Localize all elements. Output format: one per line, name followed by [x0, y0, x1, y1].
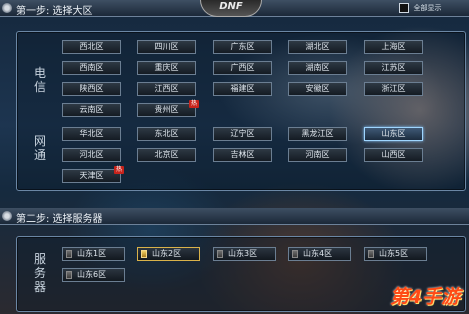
region-button[interactable]: 西南区	[62, 61, 121, 75]
server-label: 山东6区	[77, 270, 107, 279]
region-button[interactable]: 福建区	[213, 82, 272, 96]
region-button[interactable]: 云南区	[62, 103, 121, 117]
region-button[interactable]: 北京区	[137, 148, 196, 162]
region-button[interactable]: 天津区热	[62, 166, 124, 183]
server-group-label: 服务器	[33, 252, 46, 294]
region-button[interactable]: 辽宁区	[213, 127, 272, 141]
server-button[interactable]: 山东4区	[288, 247, 351, 261]
region-button[interactable]: 东北区	[137, 127, 196, 141]
server-status-icon	[368, 250, 374, 258]
step2-header: 第二步: 选择服务器	[0, 208, 469, 225]
hot-badge: 热	[114, 166, 124, 174]
region-button[interactable]: 广西区	[213, 61, 272, 75]
region-button[interactable]: 湖南区	[288, 61, 347, 75]
server-label: 山东3区	[228, 249, 258, 258]
server-status-icon	[66, 250, 72, 258]
step2-title: 第二步: 选择服务器	[16, 214, 103, 225]
server-button[interactable]: 山东1区	[62, 247, 125, 261]
dianxin-group-label: 电信	[33, 66, 46, 94]
server-button[interactable]: 山东6区	[62, 268, 125, 282]
server-label: 山东2区	[152, 249, 182, 258]
server-status-icon	[141, 250, 147, 258]
server-status-icon	[66, 271, 72, 279]
region-button[interactable]: 重庆区	[137, 61, 196, 75]
region-button[interactable]: 山西区	[364, 148, 423, 162]
region-button[interactable]: 吉林区	[213, 148, 272, 162]
region-button[interactable]: 湖北区	[288, 40, 347, 54]
region-button[interactable]: 江苏区	[364, 61, 423, 75]
region-button[interactable]: 贵州区热	[137, 100, 199, 117]
step1-header: 第一步: 选择大区 DNF 全部显示	[0, 0, 469, 17]
server-button[interactable]: 山东5区	[364, 247, 427, 261]
hot-badge: 热	[189, 100, 199, 108]
server-button[interactable]: 山东3区	[213, 247, 276, 261]
region-button[interactable]: 山东区	[364, 127, 423, 141]
server-status-icon	[217, 250, 223, 258]
region-button[interactable]: 华北区	[62, 127, 121, 141]
region-button[interactable]: 安徽区	[288, 82, 347, 96]
region-button[interactable]: 浙江区	[364, 82, 423, 96]
region-button[interactable]: 广东区	[213, 40, 272, 54]
region-button[interactable]: 黑龙江区	[288, 127, 347, 141]
show-all-toggle[interactable]: 全部显示	[399, 3, 442, 13]
region-button[interactable]: 江西区	[137, 82, 196, 96]
server-button[interactable]: 山东2区	[137, 247, 200, 261]
server-label: 山东4区	[303, 249, 333, 258]
dnf-logo: DNF	[200, 0, 262, 17]
wangtong-group-label: 网通	[33, 134, 46, 162]
region-button[interactable]: 陕西区	[62, 82, 121, 96]
region-button[interactable]: 河南区	[288, 148, 347, 162]
region-button[interactable]: 河北区	[62, 148, 121, 162]
region-button[interactable]: 西北区	[62, 40, 121, 54]
step1-title: 第一步: 选择大区	[16, 6, 93, 17]
gear-icon	[2, 3, 12, 13]
server-status-icon	[292, 250, 298, 258]
region-button[interactable]: 上海区	[364, 40, 423, 54]
watermark-logo: 第4手游	[389, 286, 461, 308]
show-all-checkbox[interactable]	[399, 3, 409, 13]
gear-icon	[2, 211, 12, 221]
region-button[interactable]: 四川区	[137, 40, 196, 54]
show-all-label: 全部显示	[413, 4, 442, 12]
server-label: 山东1区	[77, 249, 107, 258]
server-label: 山东5区	[379, 249, 409, 258]
